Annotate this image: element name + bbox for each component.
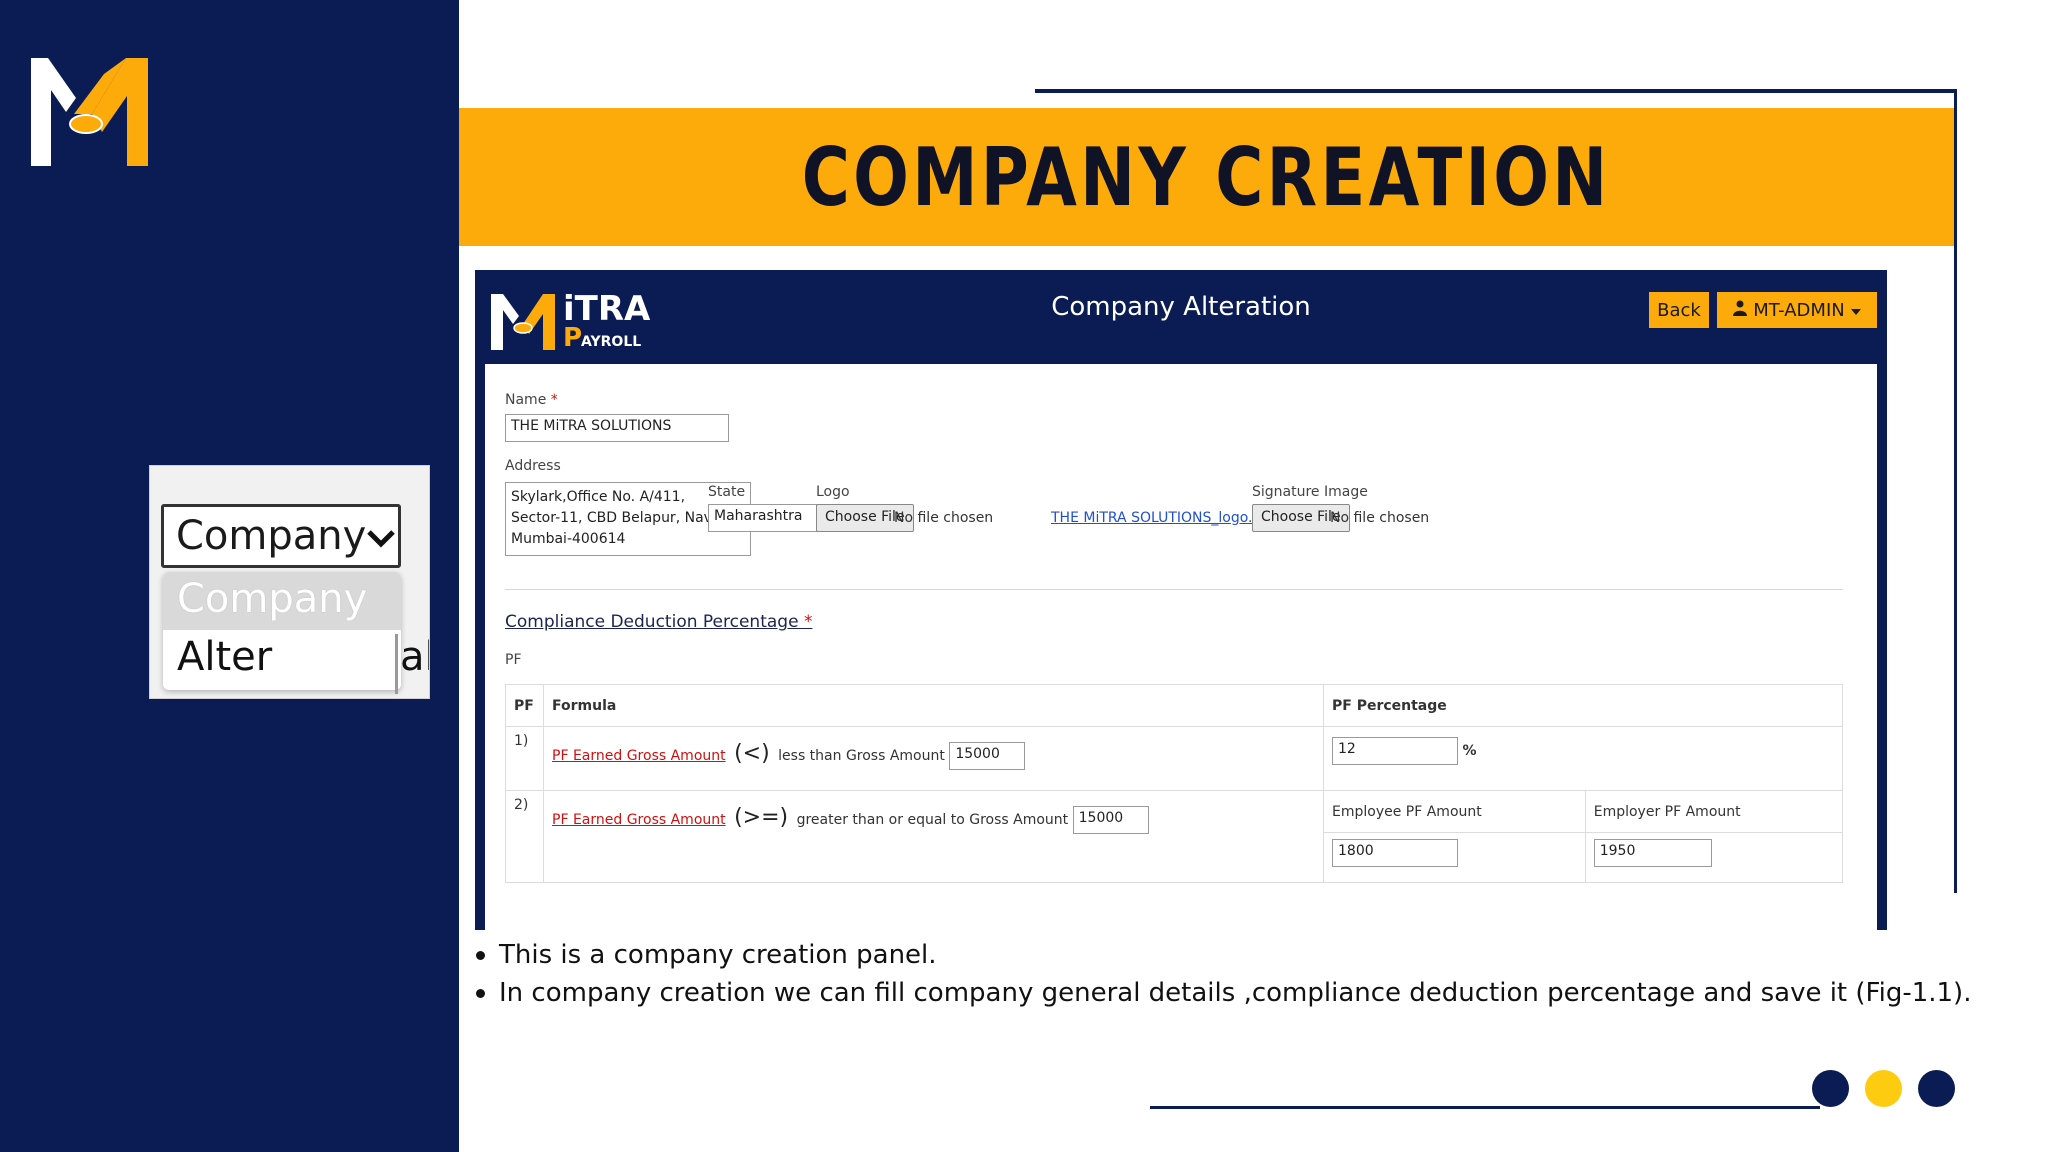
- formula-cell: PF Earned Gross Amount (<) less than Gro…: [543, 726, 1324, 791]
- inset-select: Company: [161, 504, 401, 568]
- chevron-down-icon: [366, 513, 396, 559]
- svg-text:P: P: [563, 323, 582, 353]
- pf-earned-gross-link[interactable]: PF Earned Gross Amount: [552, 812, 726, 828]
- inset-option-alter: Alter: [163, 630, 401, 688]
- pf-percentage-col-header: PF Percentage: [1323, 684, 1843, 727]
- gross-amount-input[interactable]: 15000: [949, 742, 1026, 770]
- navy-dot-decoration: [1812, 1070, 1849, 1107]
- yellow-dot-decoration: [1865, 1070, 1902, 1107]
- pf-table: PF Formula PF Percentage 1) PF Earned Gr…: [505, 684, 1844, 883]
- inset-option-company: Company: [163, 572, 401, 630]
- user-menu-label: MT-ADMIN: [1753, 299, 1845, 321]
- signature-label: Signature Image: [1252, 484, 1368, 500]
- formula-cell: PF Earned Gross Amount (>=) greater than…: [543, 790, 1324, 883]
- app-header: iTRA P AYROLL Company Alteration Back MT…: [475, 270, 1887, 364]
- pf-col-header: PF: [505, 684, 544, 727]
- right-divider-line: [1954, 91, 1957, 893]
- percent-sign: %: [1462, 743, 1477, 759]
- operator-less-than: (<): [734, 741, 770, 766]
- pf-section-label: PF: [505, 652, 522, 668]
- table-row: 2) PF Earned Gross Amount (>=) greater t…: [505, 790, 1844, 883]
- logo-label: Logo: [816, 484, 850, 500]
- state-input[interactable]: Maharashtra: [708, 504, 832, 532]
- inset-clipped-text: al: [395, 634, 429, 694]
- employer-pf-cell: 1950: [1584, 832, 1844, 883]
- user-menu-button[interactable]: MT-ADMIN: [1717, 292, 1877, 328]
- row-number: 1): [505, 726, 544, 791]
- employer-pf-label: Employer PF Amount: [1584, 790, 1844, 833]
- bullet-text: This is a company creation panel.: [499, 940, 937, 970]
- formula-col-header: Formula: [543, 684, 1324, 727]
- navy-dot-decoration: [1918, 1070, 1955, 1107]
- pf-earned-gross-link[interactable]: PF Earned Gross Amount: [552, 748, 726, 764]
- pf-table-header: PF Formula PF Percentage: [505, 684, 1843, 727]
- logo-file-link[interactable]: THE MiTRA SOLUTIONS_logo.png: [1051, 510, 1279, 526]
- name-label: Name *: [505, 392, 558, 408]
- caret-down-icon: [1850, 300, 1861, 321]
- bullet-text: In company creation we can fill company …: [499, 978, 1972, 1008]
- formula-text: greater than or equal to Gross Amount: [796, 812, 1069, 828]
- slide-title: COMPANY CREATION: [802, 130, 1611, 224]
- formula-text: less than Gross Amount: [778, 748, 945, 764]
- brand-logo: [31, 58, 148, 166]
- name-input[interactable]: THE MiTRA SOLUTIONS: [505, 414, 729, 442]
- company-form: Name * THE MiTRA SOLUTIONS Address Skyla…: [485, 364, 1877, 930]
- compliance-section-title[interactable]: Compliance Deduction Percentage *: [505, 612, 812, 632]
- employee-pf-input[interactable]: 1800: [1332, 839, 1458, 867]
- form-divider: [505, 589, 1843, 590]
- gross-amount-input[interactable]: 15000: [1072, 806, 1149, 834]
- bottom-divider-line: [1150, 1106, 1820, 1109]
- pf-percentage-cell: 12 %: [1323, 726, 1843, 791]
- list-item: This is a company creation panel.: [474, 936, 1971, 974]
- title-banner: COMPANY CREATION: [459, 108, 1954, 246]
- pf-percentage-input[interactable]: 12: [1332, 737, 1458, 765]
- state-label: State: [708, 484, 746, 500]
- employee-pf-label: Employee PF Amount: [1323, 790, 1586, 833]
- list-item: In company creation we can fill company …: [474, 974, 1971, 1012]
- operator-greater-equal: (>=): [734, 805, 789, 830]
- back-button[interactable]: Back: [1649, 292, 1709, 328]
- user-icon: [1733, 300, 1748, 321]
- inset-menu: Company Alter: [163, 572, 401, 690]
- dropdown-inset-image: Company Company Alter al: [149, 465, 430, 699]
- logo-file-status: No file chosen: [894, 510, 994, 526]
- signature-file-status: No file chosen: [1330, 510, 1430, 526]
- address-label: Address: [505, 458, 561, 474]
- app-screenshot: iTRA P AYROLL Company Alteration Back MT…: [475, 270, 1887, 930]
- employer-pf-input[interactable]: 1950: [1593, 839, 1712, 867]
- table-row: 1) PF Earned Gross Amount (<) less than …: [505, 726, 1843, 791]
- top-divider-line: [1035, 89, 1957, 93]
- svg-text:AYROLL: AYROLL: [581, 334, 641, 350]
- employee-pf-cell: 1800: [1323, 832, 1586, 883]
- bullet-list: This is a company creation panel. In com…: [474, 936, 1971, 1012]
- inset-selected-value: Company: [176, 513, 367, 559]
- row-number: 2): [505, 790, 544, 883]
